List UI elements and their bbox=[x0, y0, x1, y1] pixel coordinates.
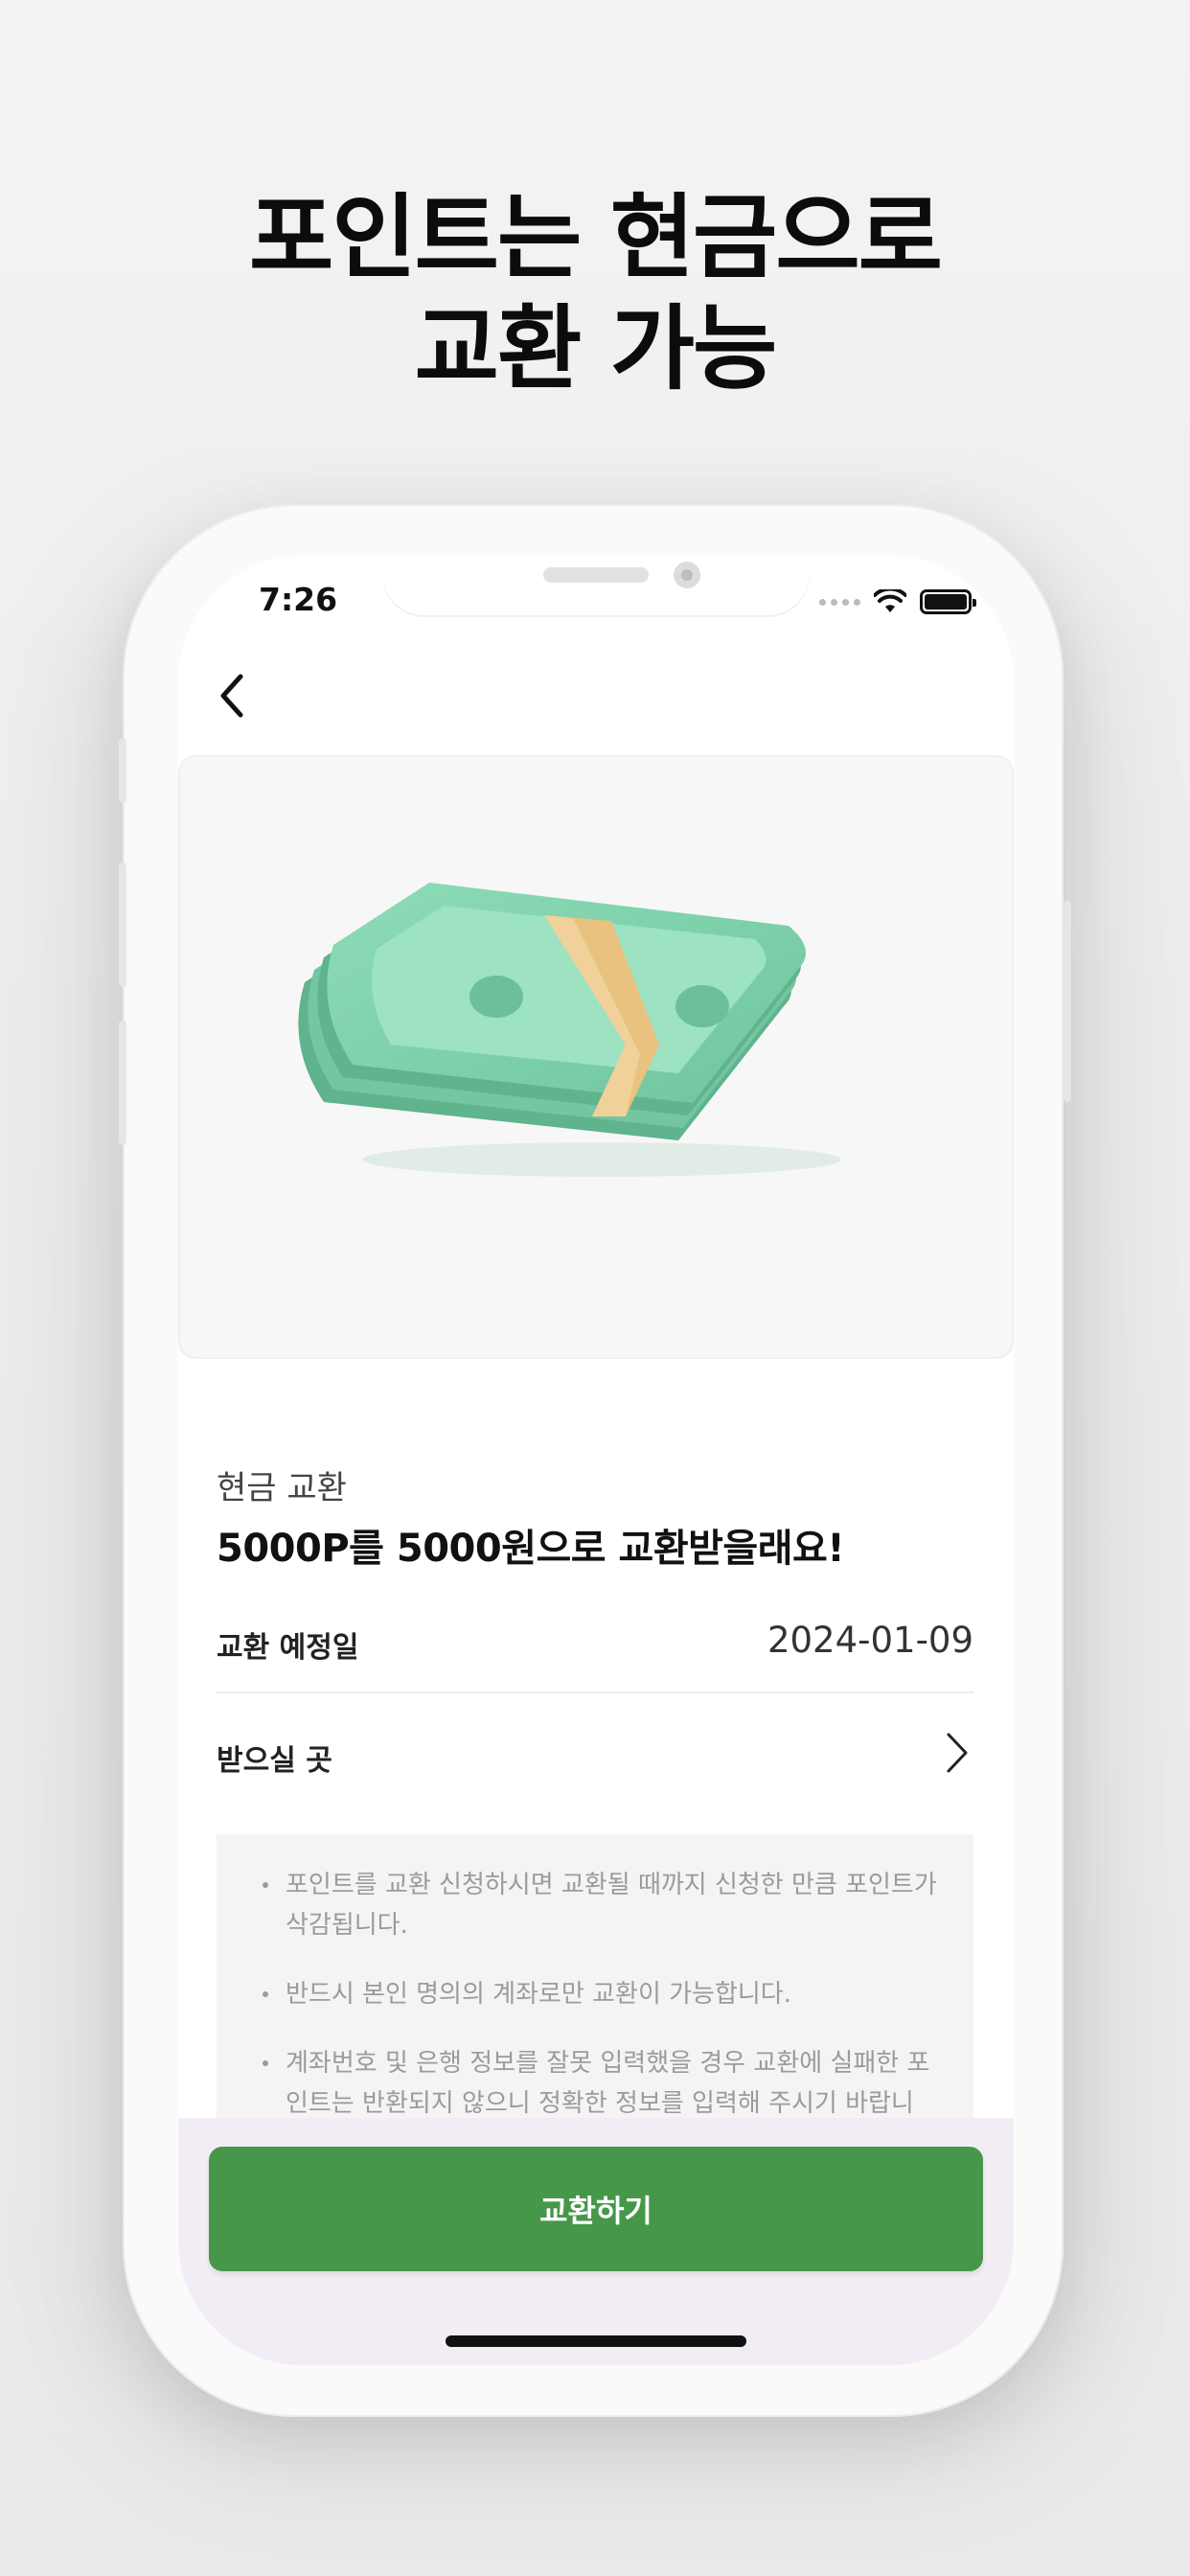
phone-screen: 7:26 현금 교환 5000P를 5000원으로 교환받을래요! 교환 예정일… bbox=[178, 556, 1014, 2365]
wifi-icon bbox=[874, 589, 906, 612]
front-camera bbox=[674, 562, 700, 588]
cash-stack-icon bbox=[298, 883, 841, 1177]
speaker-grille bbox=[543, 567, 649, 583]
divider bbox=[217, 1691, 973, 1693]
notch bbox=[382, 556, 810, 615]
notice-box: 포인트를 교환 신청하시면 교환될 때까지 신청한 만큼 포인트가 삭감됩니다.… bbox=[217, 1834, 973, 2158]
headline-line-1: 포인트는 현금으로 bbox=[249, 184, 943, 291]
destination-row[interactable]: 받으실 곳 bbox=[178, 1706, 1014, 1802]
marketing-headline: 포인트는 현금으로 교환 가능 bbox=[0, 182, 1190, 404]
notice-item: 반드시 본인 명의의 계좌로만 교환이 가능합니다. bbox=[263, 1974, 945, 2014]
power-button bbox=[1064, 901, 1071, 1102]
product-image-card bbox=[178, 755, 1014, 1359]
volume-down-button bbox=[119, 1021, 126, 1145]
back-button[interactable] bbox=[203, 667, 261, 724]
chevron-left-icon bbox=[220, 674, 243, 718]
product-title: 5000P를 5000원으로 교환받을래요! bbox=[217, 1527, 845, 1571]
exchange-date-value: 2024-01-09 bbox=[767, 1620, 973, 1661]
status-icons bbox=[819, 583, 976, 621]
chevron-right-icon bbox=[947, 1733, 968, 1773]
status-time: 7:26 bbox=[259, 581, 338, 618]
notice-item: 포인트를 교환 신청하시면 교환될 때까지 신청한 만큼 포인트가 삭감됩니다. bbox=[263, 1865, 945, 1945]
destination-label: 받으실 곳 bbox=[217, 1744, 332, 1778]
product-category: 현금 교환 bbox=[217, 1469, 347, 1507]
volume-up-button bbox=[119, 862, 126, 987]
mute-switch bbox=[119, 738, 126, 803]
home-indicator bbox=[446, 2335, 746, 2347]
headline-line-2: 교환 가능 bbox=[414, 295, 778, 402]
exchange-button[interactable]: 교환하기 bbox=[209, 2147, 983, 2271]
exchange-date-label: 교환 예정일 bbox=[217, 1631, 359, 1665]
signal-icon bbox=[819, 598, 860, 606]
battery-icon bbox=[920, 589, 976, 614]
